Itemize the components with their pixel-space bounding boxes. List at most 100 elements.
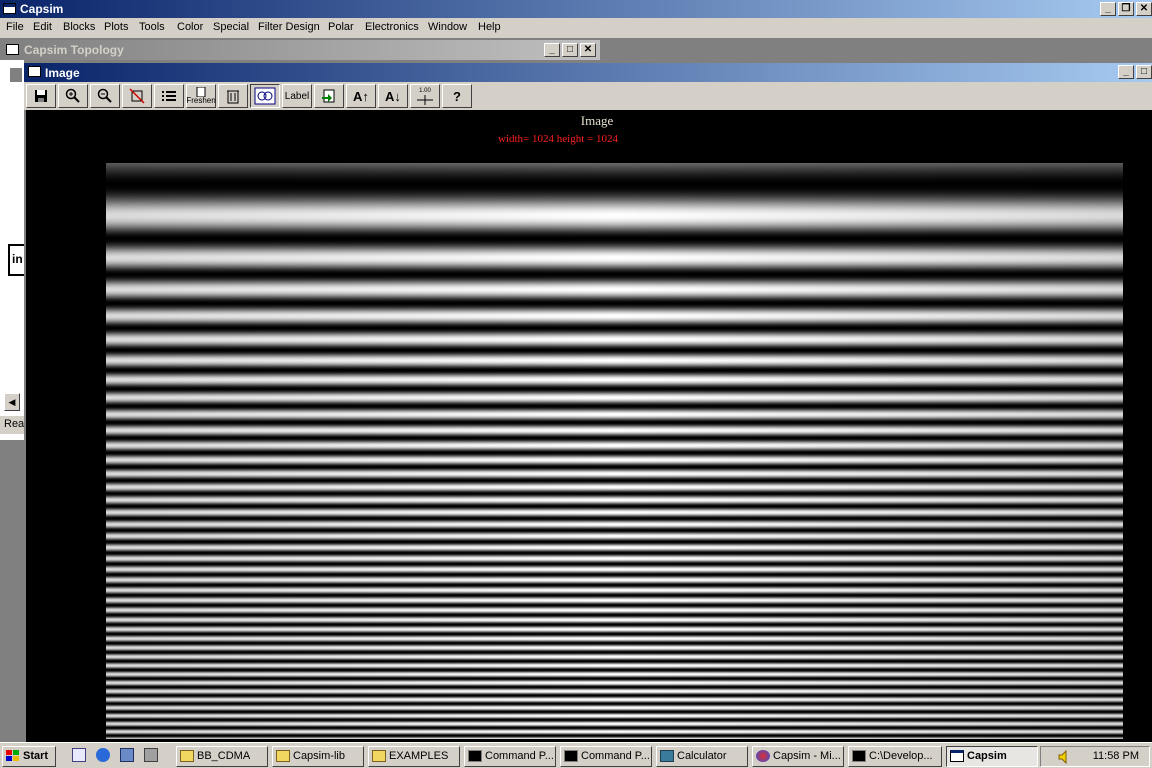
task-label: Capsim - Mi... <box>773 750 841 762</box>
task-label: BB_CDMA <box>197 750 251 762</box>
app-icon <box>3 3 16 14</box>
plot-subtitle: width= 1024 height = 1024 <box>498 133 618 145</box>
menu-help[interactable]: Help <box>478 21 501 33</box>
refresh-label: Freshen <box>186 96 216 105</box>
task-bb-cdma[interactable]: BB_CDMA <box>176 746 268 767</box>
task-label: Command P... <box>485 750 554 762</box>
delete-button[interactable] <box>218 84 248 108</box>
topology-toolbar-icon[interactable] <box>10 68 22 82</box>
image-shading <box>106 163 1123 739</box>
menu-electronics[interactable]: Electronics <box>365 21 419 33</box>
task-label: Capsim-lib <box>293 750 345 762</box>
folder-icon <box>180 750 194 762</box>
crop-icon <box>129 88 145 104</box>
font-increase-button[interactable]: A↑ <box>346 84 376 108</box>
menu-tools[interactable]: Tools <box>139 21 165 33</box>
task-label: Command P... <box>581 750 650 762</box>
app-title: Capsim <box>20 2 64 16</box>
task-capsim-mi[interactable]: Capsim - Mi... <box>752 746 844 767</box>
topology-maximize-button[interactable]: □ <box>562 43 578 57</box>
close-button[interactable]: ✕ <box>1136 2 1152 16</box>
menu-bar: File Edit Blocks Plots Tools Color Speci… <box>0 18 1152 38</box>
topology-close-button[interactable]: ✕ <box>580 43 596 57</box>
console-icon <box>852 750 866 762</box>
taskbar: Start BB_CDMA Capsim-lib EXAMPLES Comman… <box>0 742 1152 768</box>
image-maximize-button[interactable]: □ <box>1136 65 1152 79</box>
label-button[interactable]: Label <box>282 84 312 108</box>
task-calculator[interactable]: Calculator <box>656 746 748 767</box>
image-window-title: Image <box>45 66 80 80</box>
trash-icon <box>227 90 239 104</box>
folder-icon <box>372 750 386 762</box>
crop-button[interactable] <box>122 84 152 108</box>
zoom-in-button[interactable] <box>58 84 88 108</box>
save-button[interactable] <box>26 84 56 108</box>
task-label: Capsim <box>967 750 1007 762</box>
image-window-icon <box>28 66 41 77</box>
plot-title: Image <box>580 113 614 128</box>
quicklaunch-icon-2[interactable] <box>144 748 158 762</box>
clock: 11:58 PM <box>1092 750 1139 762</box>
show-desktop-icon[interactable] <box>72 748 86 762</box>
speaker-icon[interactable] <box>1057 750 1071 764</box>
menu-file[interactable]: File <box>6 21 24 33</box>
task-command-prompt-2[interactable]: Command P... <box>560 746 652 767</box>
image-window-titlebar[interactable]: Image _ □ <box>24 63 1152 82</box>
zoom-in-icon <box>65 88 80 103</box>
menu-edit[interactable]: Edit <box>33 21 52 33</box>
menu-polar[interactable]: Polar <box>328 21 354 33</box>
menu-plots[interactable]: Plots <box>104 21 128 33</box>
task-c-develop[interactable]: C:\Develop... <box>848 746 942 767</box>
task-capsim[interactable]: Capsim <box>946 746 1038 767</box>
task-label: C:\Develop... <box>869 750 933 762</box>
console-icon <box>564 750 578 762</box>
topology-icon <box>6 44 19 55</box>
task-command-prompt-1[interactable]: Command P... <box>464 746 556 767</box>
start-button[interactable]: Start <box>2 746 56 767</box>
topology-canvas[interactable]: in ◀ Rea <box>0 60 25 440</box>
task-capsim-lib[interactable]: Capsim-lib <box>272 746 364 767</box>
menu-color[interactable]: Color <box>177 21 203 33</box>
restore-button[interactable]: ❐ <box>1118 2 1134 16</box>
app-titlebar[interactable]: Capsim _ ❐ ✕ <box>0 0 1152 18</box>
start-label: Start <box>23 750 49 762</box>
ticks-button[interactable]: 1.00 <box>410 84 440 108</box>
minimize-button[interactable]: _ <box>1100 2 1116 16</box>
menu-special[interactable]: Special <box>213 21 249 33</box>
palette-icon <box>254 87 276 105</box>
font-decrease-button[interactable]: A↓ <box>378 84 408 108</box>
scroll-left-arrow[interactable]: ◀ <box>4 393 20 411</box>
zoom-out-icon <box>97 88 112 103</box>
folder-icon <box>276 750 290 762</box>
topology-block[interactable]: in <box>8 244 24 276</box>
topology-title: Capsim Topology <box>24 43 124 57</box>
calculator-icon <box>660 750 674 762</box>
internet-explorer-icon[interactable] <box>96 748 110 762</box>
task-label: Calculator <box>677 750 727 762</box>
help-button[interactable]: ? <box>442 84 472 108</box>
menu-filter-design[interactable]: Filter Design <box>258 21 320 33</box>
list-button[interactable] <box>154 84 184 108</box>
chirp-image <box>106 163 1123 739</box>
image-plot-canvas[interactable]: Image width= 1024 height = 1024 <box>26 110 1152 742</box>
topology-minimize-button[interactable]: _ <box>544 43 560 57</box>
topology-status: Rea <box>0 416 24 434</box>
zoom-out-button[interactable] <box>90 84 120 108</box>
image-minimize-button[interactable]: _ <box>1118 65 1134 79</box>
topology-titlebar[interactable]: Capsim Topology _ □ ✕ <box>0 40 600 60</box>
export-button[interactable] <box>314 84 344 108</box>
window-icon <box>950 750 964 762</box>
system-tray: 11:58 PM <box>1040 746 1150 767</box>
menu-blocks[interactable]: Blocks <box>63 21 95 33</box>
menu-window[interactable]: Window <box>428 21 467 33</box>
console-icon <box>468 750 482 762</box>
quicklaunch-icon[interactable] <box>120 748 134 762</box>
palette-button[interactable] <box>250 84 280 108</box>
task-label: EXAMPLES <box>389 750 449 762</box>
image-toolbar: Freshen Label A↑ A↓ 1.00 ? <box>24 82 1152 110</box>
ticks-label: 1.00 <box>419 87 431 94</box>
list-icon <box>162 91 176 101</box>
refresh-button[interactable]: Freshen <box>186 84 216 108</box>
task-examples[interactable]: EXAMPLES <box>368 746 460 767</box>
app-icon <box>756 750 770 762</box>
